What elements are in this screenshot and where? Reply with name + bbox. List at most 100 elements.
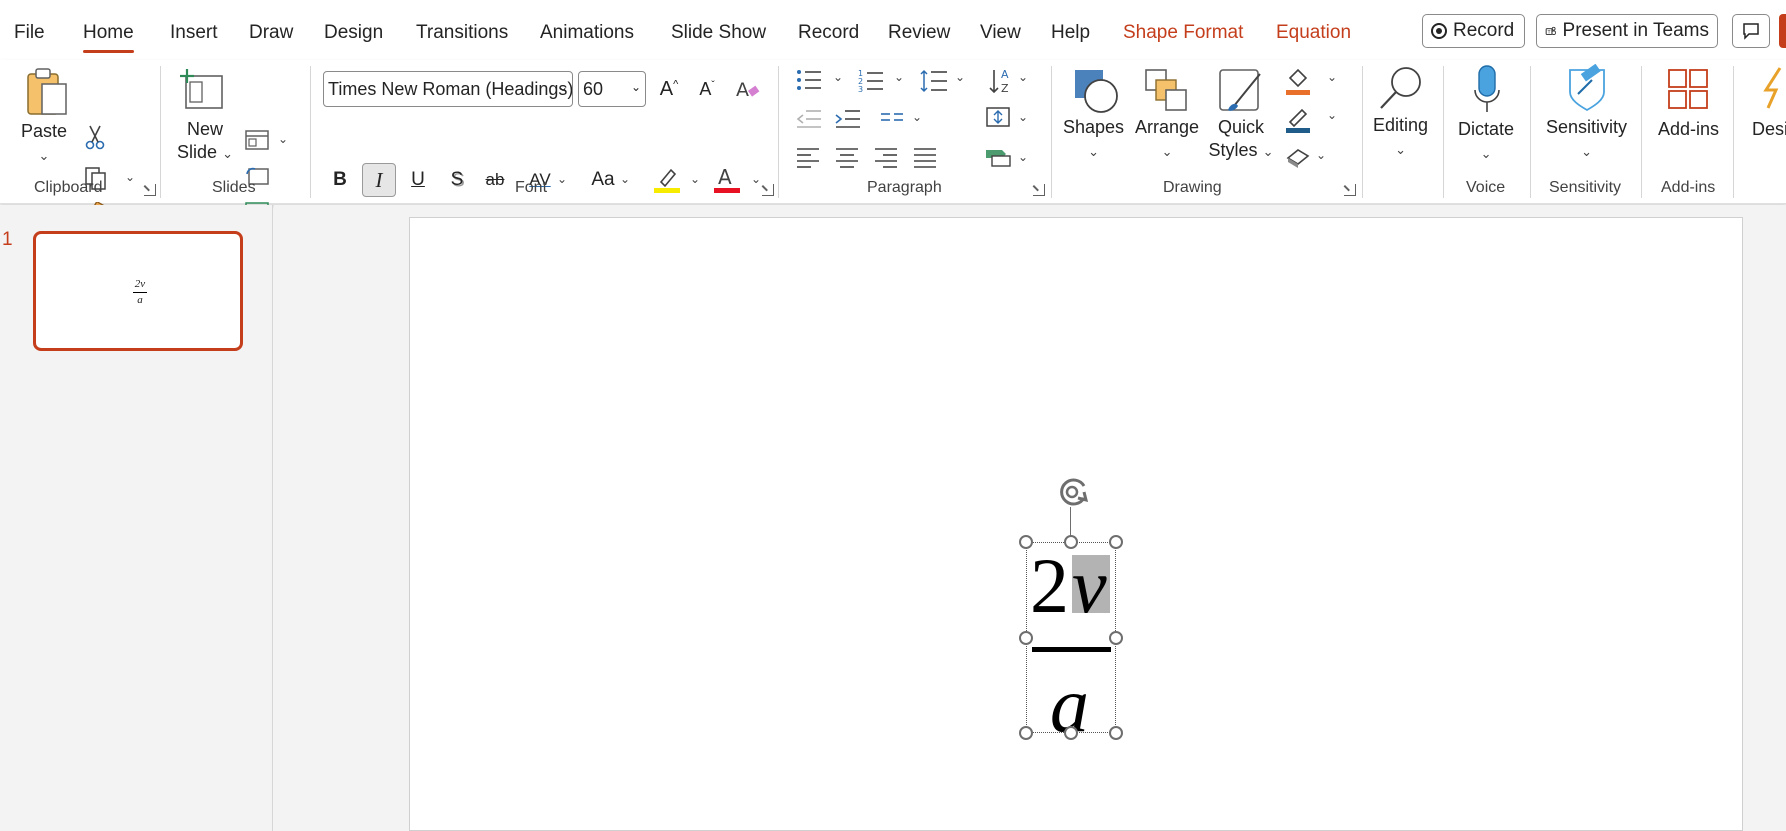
- numbering-dropdown-icon[interactable]: ⌄: [894, 70, 904, 84]
- drawing-launcher-icon[interactable]: [1344, 184, 1356, 196]
- font-launcher-icon[interactable]: [762, 184, 774, 196]
- resize-handle-left[interactable]: [1019, 631, 1033, 645]
- text-direction-dropdown-icon[interactable]: ⌄: [1018, 70, 1028, 84]
- columns-dropdown-icon[interactable]: ⌄: [912, 110, 922, 124]
- resize-handle-right[interactable]: [1109, 631, 1123, 645]
- slides-group-label: Slides: [212, 179, 256, 196]
- copy-dropdown-icon[interactable]: ⌄: [125, 170, 135, 184]
- chevron-down-icon: ⌄: [1480, 146, 1492, 161]
- text-shadow-button[interactable]: S: [440, 163, 474, 197]
- tab-insert[interactable]: Insert: [170, 22, 218, 44]
- font-color-icon[interactable]: A: [712, 164, 742, 194]
- case-dropdown-icon[interactable]: ⌄: [620, 172, 630, 186]
- underline-button[interactable]: U: [401, 163, 435, 197]
- arrange-button[interactable]: Arrange ⌄: [1135, 116, 1199, 163]
- shapes-button[interactable]: Shapes ⌄: [1063, 116, 1124, 163]
- editing-button[interactable]: Editing ⌄: [1373, 114, 1428, 161]
- tab-animations[interactable]: Animations: [540, 22, 634, 44]
- shape-effects-dropdown-icon[interactable]: ⌄: [1316, 148, 1326, 162]
- tab-file[interactable]: File: [14, 22, 45, 44]
- columns-icon[interactable]: [880, 110, 904, 128]
- cut-icon[interactable]: [84, 124, 106, 150]
- sensitivity-button[interactable]: Sensitivity ⌄: [1546, 116, 1627, 163]
- italic-button[interactable]: I: [362, 163, 396, 197]
- tab-home[interactable]: Home: [83, 22, 134, 53]
- numbering-icon[interactable]: 123: [858, 68, 884, 94]
- shape-fill-dropdown-icon[interactable]: ⌄: [1327, 70, 1337, 84]
- highlight-dropdown-icon[interactable]: ⌄: [690, 172, 700, 186]
- menu-bar: File Home Insert Draw Design Transitions…: [0, 0, 1786, 60]
- tab-slide-show[interactable]: Slide Show: [671, 22, 766, 44]
- tab-transitions[interactable]: Transitions: [416, 22, 508, 44]
- resize-handle-bottom[interactable]: [1064, 726, 1078, 740]
- slide-thumbnail[interactable]: 2v a: [33, 231, 243, 351]
- decrease-font-size-button[interactable]: Aˇ: [690, 72, 724, 106]
- resize-handle-bottom-left[interactable]: [1019, 726, 1033, 740]
- chevron-down-icon: ⌄: [1088, 144, 1099, 159]
- shape-effects-icon[interactable]: [1284, 144, 1312, 170]
- tab-design[interactable]: Design: [324, 22, 383, 44]
- dictate-button[interactable]: Dictate ⌄: [1458, 118, 1514, 165]
- equation-selection-highlight[interactable]: v: [1072, 542, 1110, 629]
- divider: [1733, 66, 1734, 198]
- chevron-down-icon: ⌄: [1161, 144, 1173, 159]
- highlight-icon[interactable]: [652, 164, 682, 194]
- align-text-icon[interactable]: [984, 104, 1014, 130]
- add-ins-button[interactable]: Add-ins: [1658, 118, 1719, 141]
- tab-help[interactable]: Help: [1051, 22, 1090, 44]
- increase-font-size-button[interactable]: A^: [652, 72, 686, 106]
- tab-view[interactable]: View: [980, 22, 1021, 44]
- line-spacing-dropdown-icon[interactable]: ⌄: [955, 70, 965, 84]
- align-left-icon[interactable]: [796, 146, 820, 168]
- decrease-indent-icon[interactable]: [796, 108, 822, 130]
- line-spacing-icon[interactable]: [920, 68, 948, 94]
- align-text-dropdown-icon[interactable]: ⌄: [1018, 110, 1028, 124]
- chevron-down-icon: ⌄: [557, 80, 568, 94]
- paste-button[interactable]: Paste ⌄: [20, 120, 68, 167]
- increase-indent-icon[interactable]: [835, 108, 861, 130]
- spacing-dropdown-icon[interactable]: ⌄: [557, 172, 567, 186]
- shape-outline-icon[interactable]: [1284, 104, 1312, 134]
- bold-button[interactable]: B: [323, 163, 357, 197]
- change-case-button[interactable]: Aa: [583, 163, 623, 197]
- designer-button[interactable]: Desi: [1752, 118, 1786, 141]
- resize-handle-top-right[interactable]: [1109, 535, 1123, 549]
- equation-numerator-digit[interactable]: 2: [1030, 536, 1069, 636]
- bullets-icon[interactable]: [796, 68, 822, 92]
- tab-record[interactable]: Record: [798, 22, 859, 44]
- font-color-dropdown-icon[interactable]: ⌄: [751, 172, 761, 186]
- quick-styles-button[interactable]: Quick Styles ⌄: [1207, 116, 1275, 163]
- record-button[interactable]: Record: [1422, 14, 1525, 48]
- layout-dropdown-icon[interactable]: ⌄: [278, 132, 288, 146]
- clipboard-launcher-icon[interactable]: [144, 184, 156, 196]
- align-right-icon[interactable]: [874, 146, 898, 168]
- strikethrough-button[interactable]: ab: [478, 163, 512, 197]
- bullets-dropdown-icon[interactable]: ⌄: [833, 70, 843, 84]
- justify-icon[interactable]: [913, 146, 937, 168]
- comments-button[interactable]: [1732, 14, 1770, 48]
- share-button[interactable]: [1779, 14, 1786, 48]
- font-name-select[interactable]: Times New Roman (Headings) ⌄: [323, 71, 573, 107]
- layout-icon[interactable]: [245, 130, 269, 150]
- text-direction-icon[interactable]: AZ: [988, 66, 1014, 96]
- new-slide-button[interactable]: New Slide ⌄: [172, 118, 238, 165]
- resize-handle-bottom-right[interactable]: [1109, 726, 1123, 740]
- smartart-icon[interactable]: [984, 144, 1014, 170]
- paragraph-launcher-icon[interactable]: [1033, 184, 1045, 196]
- tab-draw[interactable]: Draw: [249, 22, 293, 44]
- tab-review[interactable]: Review: [888, 22, 950, 44]
- tab-equation[interactable]: Equation: [1276, 22, 1351, 44]
- rotate-handle-icon[interactable]: [1054, 476, 1094, 510]
- tab-shape-format[interactable]: Shape Format: [1123, 22, 1243, 44]
- align-center-icon[interactable]: [835, 146, 859, 168]
- shape-outline-dropdown-icon[interactable]: ⌄: [1327, 108, 1337, 122]
- resize-handle-top[interactable]: [1064, 535, 1078, 549]
- clear-formatting-button[interactable]: A: [731, 72, 765, 106]
- new-slide-label-2: Slide: [177, 142, 218, 162]
- font-size-select[interactable]: 60 ⌄: [578, 71, 646, 107]
- present-in-teams-button[interactable]: T Present in Teams: [1536, 14, 1718, 48]
- paste-icon: [27, 68, 67, 115]
- shape-fill-icon[interactable]: [1284, 66, 1312, 96]
- resize-handle-top-left[interactable]: [1019, 535, 1033, 549]
- smartart-dropdown-icon[interactable]: ⌄: [1018, 150, 1028, 164]
